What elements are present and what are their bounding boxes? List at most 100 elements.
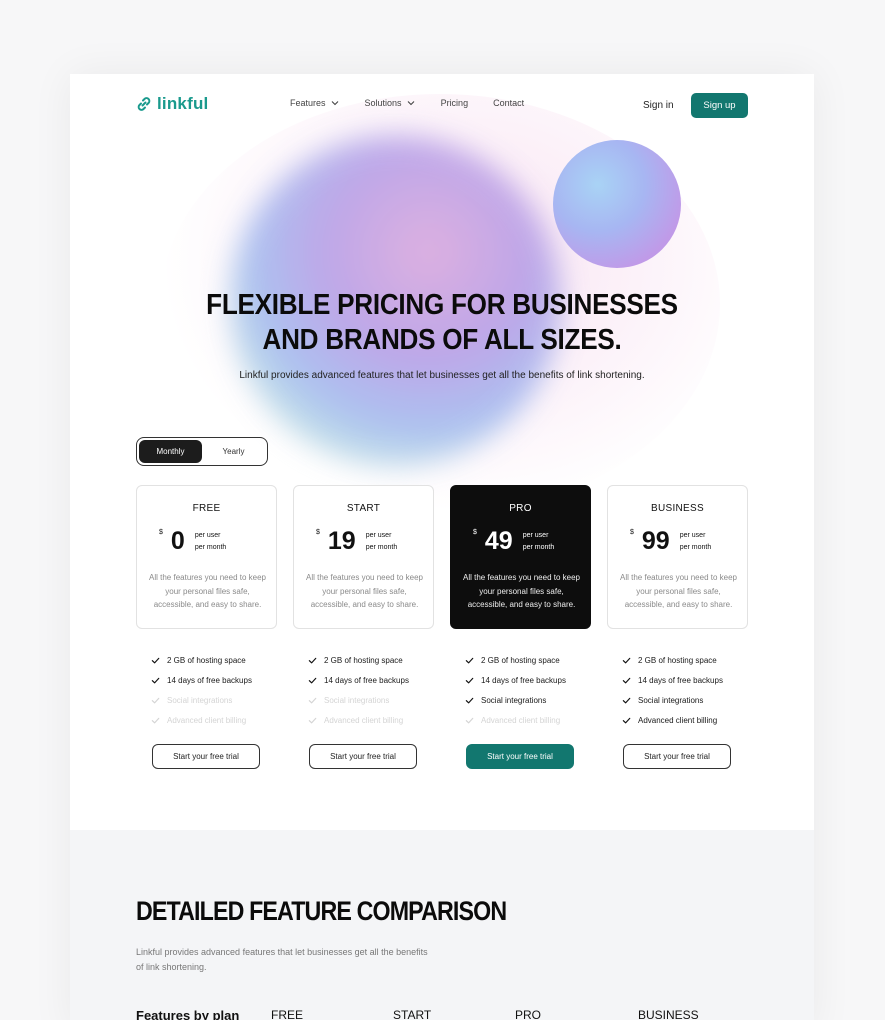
- check-icon: [465, 697, 474, 703]
- check-icon: [151, 657, 160, 663]
- plan-description: All the features you need to keep your p…: [463, 573, 580, 609]
- check-icon: [622, 677, 631, 683]
- feature-label: 14 days of free backups: [481, 675, 566, 685]
- plan-card-start: START $ 19 per user per month All the fea…: [293, 485, 434, 629]
- feature-item: 2 GB of hosting space: [465, 650, 595, 670]
- toggle-monthly[interactable]: Monthly: [139, 440, 202, 463]
- logo-text: linkful: [157, 94, 209, 113]
- hero-sphere: [553, 140, 681, 268]
- hero-title-line2: AND BRANDS OF ALL SIZES.: [262, 324, 622, 356]
- check-icon: [308, 717, 317, 723]
- feature-label: 2 GB of hosting space: [638, 655, 717, 665]
- check-icon: [465, 677, 474, 683]
- feature-item: 14 days of free backups: [465, 670, 595, 690]
- check-icon: [308, 657, 317, 663]
- logo[interactable]: linkful: [136, 94, 208, 114]
- comparison-header-features: Features by plan: [136, 1008, 240, 1020]
- plan-period: per user per month: [523, 530, 555, 554]
- plan-period-line2: per month: [365, 544, 398, 551]
- plan-period-line1: per user: [365, 532, 392, 539]
- check-icon: [151, 697, 160, 703]
- nav-solutions[interactable]: Solutions: [365, 98, 416, 108]
- feature-item: Advanced client billing: [622, 710, 752, 730]
- plan-card-pro: PRO $ 49 per user per month All the featu…: [450, 485, 591, 629]
- feature-label: 2 GB of hosting space: [481, 655, 560, 665]
- plan-description: All the features you need to keep your p…: [149, 573, 266, 609]
- feature-item: Social integrations: [622, 690, 752, 710]
- plan-currency: $: [159, 529, 163, 536]
- comparison-title: DETAILED FEATURE COMPARISON: [136, 896, 507, 926]
- plan-name: FREE: [192, 503, 221, 514]
- plan-amount: 0: [170, 527, 185, 555]
- nav-contact[interactable]: Contact: [493, 98, 524, 108]
- feature-label: 14 days of free backups: [324, 675, 409, 685]
- feature-item: Social integrations: [151, 690, 281, 710]
- feature-item: 2 GB of hosting space: [308, 650, 438, 670]
- check-icon: [308, 697, 317, 703]
- nav-features-label: Features: [290, 98, 326, 108]
- feature-label: Advanced client billing: [167, 715, 247, 725]
- page-frame: linkful Features Solutions Pricing Conta…: [70, 74, 814, 1020]
- check-icon: [465, 717, 474, 723]
- feature-item: Advanced client billing: [465, 710, 595, 730]
- signin-link[interactable]: Sign in: [643, 100, 674, 111]
- plan-name: PRO: [509, 503, 532, 514]
- chevron-down-icon: [331, 101, 338, 106]
- feature-item: 14 days of free backups: [308, 670, 438, 690]
- plan-price: $ 49 per user per month: [473, 527, 554, 555]
- feature-item: 14 days of free backups: [151, 670, 281, 690]
- feature-item: Social integrations: [308, 690, 438, 710]
- nav-pricing[interactable]: Pricing: [441, 98, 469, 108]
- check-icon: [308, 677, 317, 683]
- plan-name: BUSINESS: [651, 503, 704, 514]
- start-trial-button[interactable]: Start your free trial: [623, 744, 731, 769]
- plan-period-line1: per user: [522, 532, 549, 539]
- feature-label: Social integrations: [167, 695, 233, 705]
- feature-label: Advanced client billing: [481, 715, 561, 725]
- check-icon: [151, 677, 160, 683]
- feature-label: 2 GB of hosting space: [167, 655, 246, 665]
- plan-price: $ 0 per user per month: [159, 527, 226, 555]
- feature-label: Advanced client billing: [638, 715, 718, 725]
- link-logo-icon: [137, 97, 151, 111]
- plan-card-free: FREE $ 0 per user per month All the featu…: [136, 485, 277, 629]
- plan-price: $ 99 per user per month: [630, 527, 711, 555]
- feature-list-start: 2 GB of hosting space 14 days of free bac…: [308, 650, 438, 730]
- feature-list-free: 2 GB of hosting space 14 days of free bac…: [151, 650, 281, 730]
- hero-title: FLEXIBLE PRICING FOR BUSINESSES AND BRAN…: [107, 288, 777, 358]
- feature-list-business: 2 GB of hosting space 14 days of free bac…: [622, 650, 752, 730]
- feature-label: Social integrations: [481, 695, 547, 705]
- start-trial-button[interactable]: Start your free trial: [466, 744, 574, 769]
- check-icon: [151, 717, 160, 723]
- plan-period-line2: per month: [194, 544, 227, 551]
- feature-item: 14 days of free backups: [622, 670, 752, 690]
- plan-period-line2: per month: [679, 544, 712, 551]
- toggle-yearly[interactable]: Yearly: [202, 440, 265, 463]
- plan-amount: 19: [327, 527, 356, 555]
- feature-item: 2 GB of hosting space: [622, 650, 752, 670]
- feature-label: Social integrations: [324, 695, 390, 705]
- comparison-subtitle: Linkful provides advanced features that …: [136, 947, 428, 972]
- feature-label: 14 days of free backups: [638, 675, 723, 685]
- comparison-header-pro: PRO: [515, 1008, 542, 1020]
- feature-label: Social integrations: [638, 695, 704, 705]
- signup-button[interactable]: Sign up: [691, 93, 748, 118]
- plan-period-line1: per user: [679, 532, 706, 539]
- check-icon: [622, 657, 631, 663]
- feature-label: 2 GB of hosting space: [324, 655, 403, 665]
- feature-label: Advanced client billing: [324, 715, 404, 725]
- plan-description: All the features you need to keep your p…: [306, 573, 423, 609]
- nav-contact-label: Contact: [493, 98, 525, 108]
- start-trial-button[interactable]: Start your free trial: [309, 744, 417, 769]
- nav-features[interactable]: Features: [290, 98, 340, 108]
- plan-currency: $: [473, 529, 477, 536]
- plan-amount: 49: [484, 527, 513, 555]
- plan-description: All the features you need to keep your p…: [620, 573, 737, 609]
- comparison-header-business: BUSINESS: [638, 1008, 699, 1020]
- plan-amount: 99: [641, 527, 670, 555]
- plan-card-business: BUSINESS $ 99 per user per month All the …: [607, 485, 748, 629]
- plan-price: $ 19 per user per month: [316, 527, 397, 555]
- start-trial-button[interactable]: Start your free trial: [152, 744, 260, 769]
- hero-title-line1: FLEXIBLE PRICING FOR BUSINESSES: [206, 289, 678, 321]
- feature-item: Social integrations: [465, 690, 595, 710]
